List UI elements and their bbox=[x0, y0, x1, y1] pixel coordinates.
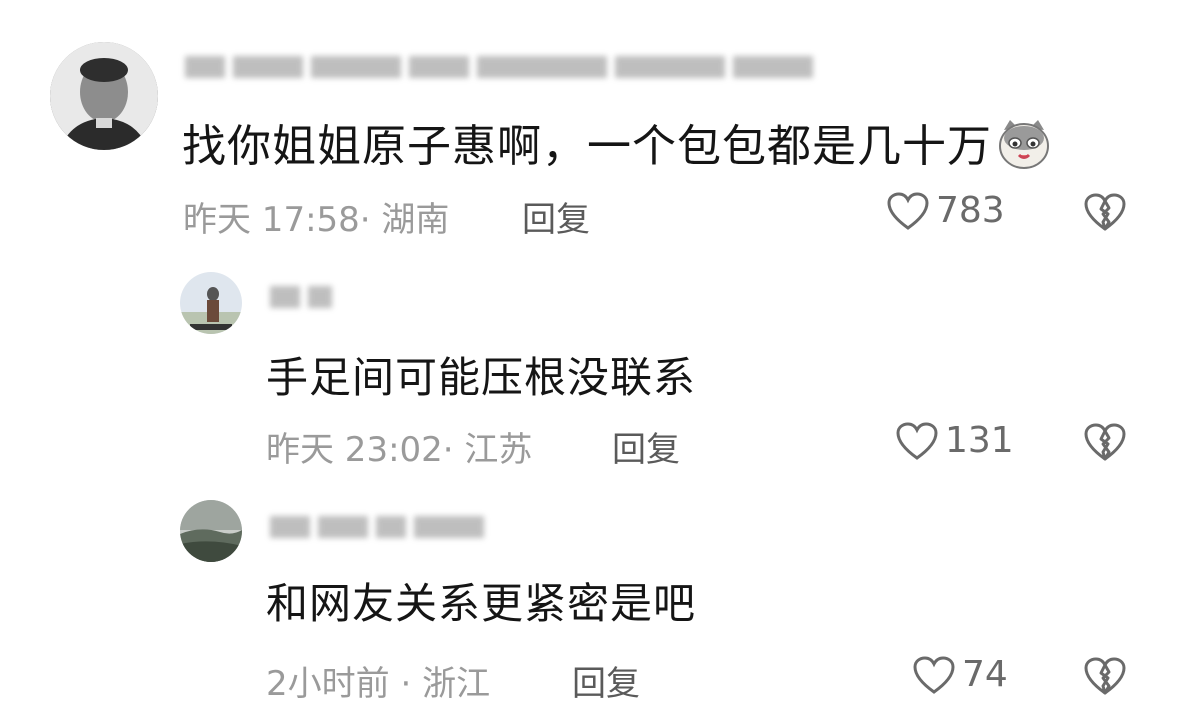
like-count: 131 bbox=[945, 420, 1014, 461]
comment-meta: 2小时前 · 浙江 bbox=[266, 664, 491, 704]
like-count: 74 bbox=[962, 654, 1008, 695]
username-blurred[interactable] bbox=[270, 512, 484, 542]
timestamp: 2小时前 bbox=[266, 664, 390, 704]
timestamp: 昨天 17:58 bbox=[183, 200, 360, 240]
comment-text: 找你姐姐原子惠啊，一个包包都是几十万 bbox=[182, 110, 1052, 183]
heart-icon bbox=[896, 421, 938, 460]
comment-meta: 昨天 17:58· 湖南 bbox=[183, 200, 450, 240]
like-button[interactable]: 783 bbox=[886, 190, 1005, 231]
dislike-button[interactable] bbox=[1083, 656, 1127, 700]
location: 浙江 bbox=[422, 664, 491, 704]
location: 江苏 bbox=[464, 430, 533, 470]
reply-button[interactable]: 回复 bbox=[522, 192, 590, 241]
comment-item: 手足间可能压根没联系 昨天 23:02· 江苏 回复 131 bbox=[0, 260, 1179, 480]
location: 湖南 bbox=[381, 200, 450, 240]
like-button[interactable]: 131 bbox=[895, 420, 1014, 461]
reply-button[interactable]: 回复 bbox=[612, 422, 680, 471]
username-blurred[interactable] bbox=[270, 282, 332, 312]
dislike-button[interactable] bbox=[1083, 192, 1127, 236]
broken-heart-icon bbox=[1084, 193, 1126, 231]
heart-icon bbox=[887, 191, 929, 230]
broken-heart-icon bbox=[1084, 657, 1126, 695]
like-button[interactable]: 74 bbox=[912, 654, 1008, 695]
comment-meta: 昨天 23:02· 江苏 bbox=[266, 430, 533, 470]
broken-heart-icon bbox=[1084, 423, 1126, 461]
cat-face-emoji bbox=[996, 116, 1052, 183]
comment-item: 和网友关系更紧密是吧 2小时前 · 浙江 回复 74 bbox=[0, 490, 1179, 710]
timestamp: 昨天 23:02 bbox=[266, 430, 443, 470]
heart-icon bbox=[913, 655, 955, 694]
dislike-button[interactable] bbox=[1083, 422, 1127, 466]
user-avatar[interactable] bbox=[50, 42, 158, 150]
reply-button[interactable]: 回复 bbox=[572, 656, 640, 705]
like-count: 783 bbox=[936, 190, 1005, 231]
username-blurred[interactable] bbox=[185, 52, 813, 82]
comment-item: 找你姐姐原子惠啊，一个包包都是几十万 昨天 17:58· 湖南 回复 783 bbox=[0, 0, 1179, 250]
user-avatar[interactable] bbox=[180, 500, 242, 562]
user-avatar[interactable] bbox=[180, 272, 242, 334]
comment-text: 和网友关系更紧密是吧 bbox=[266, 579, 697, 628]
comment-text: 手足间可能压根没联系 bbox=[266, 353, 697, 402]
